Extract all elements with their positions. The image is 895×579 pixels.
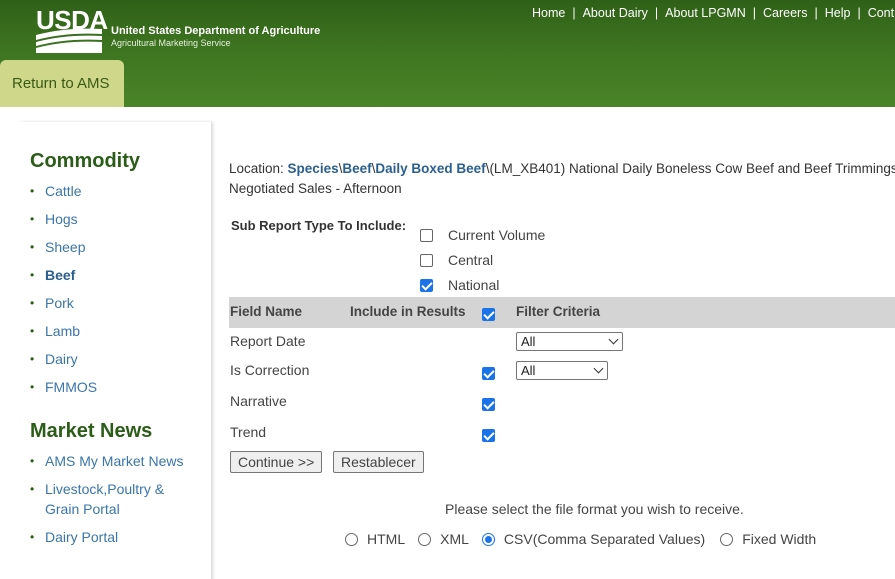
radio-xml[interactable] <box>418 532 432 546</box>
location-breadcrumb: Location: Species\Beef\Daily Boxed Beef\… <box>229 159 895 199</box>
commodity-heading: Commodity <box>30 150 140 172</box>
crumb-daily-boxed-beef[interactable]: Daily Boxed Beef <box>375 161 485 176</box>
field-is-correction: Is Correction <box>230 362 310 378</box>
chevron-down-icon <box>593 363 604 374</box>
sidebar-item-pork: Pork <box>30 293 211 321</box>
format-prompt: Please select the file format you wish t… <box>445 501 744 517</box>
sidebar: Commodity Cattle Hogs Sheep Beef Pork La… <box>19 122 211 579</box>
radio-fixed-width[interactable] <box>720 532 734 546</box>
sidebar-item-ams-my-market-news: AMS My Market News <box>30 451 211 479</box>
link-line-1: Livestock,Poultry & <box>45 481 165 497</box>
usda-logo[interactable]: USDA <box>36 7 108 53</box>
checkbox[interactable] <box>420 278 433 292</box>
subreport-central[interactable]: Central <box>420 250 493 270</box>
sidebar-link[interactable]: Sheep <box>45 239 85 255</box>
reset-button[interactable]: Restablecer <box>333 451 424 473</box>
include-all-checkbox[interactable] <box>482 308 495 321</box>
select-value: All <box>521 334 536 349</box>
subreport-current-volume[interactable]: Current Volume <box>420 225 545 245</box>
sidebar-item-livestock-portal: Livestock,Poultry & Grain Portal <box>30 479 211 527</box>
col-field-name: Field Name <box>230 304 303 319</box>
sidebar-link[interactable]: Cattle <box>45 183 82 199</box>
link-line-2: Grain Portal <box>45 501 120 517</box>
location-prefix: Location: <box>229 161 288 176</box>
sidebar-link[interactable]: Livestock,Poultry & Grain Portal <box>45 481 164 517</box>
sidebar-link[interactable]: FMMOS <box>45 379 97 395</box>
crumb-species[interactable]: Species <box>288 161 339 176</box>
select-value: All <box>521 363 536 378</box>
is-correction-filter-select[interactable]: All <box>516 361 608 380</box>
sidebar-item-fmmos: FMMOS <box>30 377 211 405</box>
crumb-beef[interactable]: Beef <box>342 161 371 176</box>
field-trend: Trend <box>230 424 267 440</box>
radio-label-fixed-width: Fixed Width <box>742 531 817 547</box>
radio-label-csv: CSV(Comma Separated Values) <box>503 531 706 547</box>
sidebar-item-lamb: Lamb <box>30 321 211 349</box>
agency-subtitle: Agricultural Marketing Service <box>111 38 231 48</box>
subreport-national[interactable]: National <box>420 275 499 295</box>
checkbox[interactable] <box>420 228 433 242</box>
field-narrative: Narrative <box>230 393 287 409</box>
chevron-down-icon <box>608 334 619 345</box>
radio-label-html: HTML <box>367 531 406 547</box>
sidebar-item-hogs: Hogs <box>30 209 211 237</box>
fields-table-header: Field Name Include in Results Filter Cri… <box>229 297 895 328</box>
sidebar-link[interactable]: Hogs <box>45 211 78 227</box>
sidebar-link[interactable]: Dairy <box>45 351 78 367</box>
col-include: Include in Results <box>350 304 466 319</box>
sidebar-link[interactable]: Dairy Portal <box>45 529 118 545</box>
commodity-list: Cattle Hogs Sheep Beef Pork Lamb Dairy F… <box>30 181 211 405</box>
market-news-heading: Market News <box>30 420 153 442</box>
sidebar-item-dairy: Dairy <box>30 349 211 377</box>
col-filter-criteria: Filter Criteria <box>516 304 601 319</box>
checkbox-label: Central <box>448 252 494 268</box>
sidebar-link[interactable]: Pork <box>45 295 74 311</box>
include-is-correction-checkbox[interactable] <box>482 367 495 380</box>
field-report-date: Report Date <box>230 333 306 349</box>
sidebar-item-beef: Beef <box>30 265 211 293</box>
return-to-ams-tab[interactable]: Return to AMS <box>0 60 124 107</box>
include-trend-checkbox[interactable] <box>482 429 495 442</box>
logo-field-icon <box>36 28 102 53</box>
sidebar-item-dairy-portal: Dairy Portal <box>30 527 211 555</box>
continue-button[interactable]: Continue >> <box>230 451 323 473</box>
report-date-filter-select[interactable]: All <box>516 332 623 351</box>
include-narrative-checkbox[interactable] <box>482 398 495 411</box>
location-report-name: \(LM_XB401) National Daily Boneless Cow … <box>485 161 895 176</box>
checkbox[interactable] <box>420 253 433 267</box>
format-options: HTML XML CSV(Comma Separated Values) Fix… <box>345 531 829 547</box>
sidebar-link[interactable]: Beef <box>45 267 75 283</box>
sidebar-item-sheep: Sheep <box>30 237 211 265</box>
sidebar-item-cattle: Cattle <box>30 181 211 209</box>
subreport-label: Sub Report Type To Include: <box>231 218 407 233</box>
radio-label-xml: XML <box>440 531 469 547</box>
checkbox-label: Current Volume <box>448 227 546 243</box>
market-news-list: AMS My Market News Livestock,Poultry & Gr… <box>30 451 211 555</box>
radio-csv[interactable] <box>481 532 495 546</box>
sidebar-link[interactable]: Lamb <box>45 323 80 339</box>
location-line-2: Negotiated Sales - Afternoon <box>229 181 402 196</box>
checkbox-label: National <box>448 277 500 293</box>
sidebar-link[interactable]: AMS My Market News <box>45 453 183 469</box>
radio-html[interactable] <box>345 532 358 546</box>
main-content: Location: Species\Beef\Daily Boxed Beef\… <box>229 0 895 579</box>
